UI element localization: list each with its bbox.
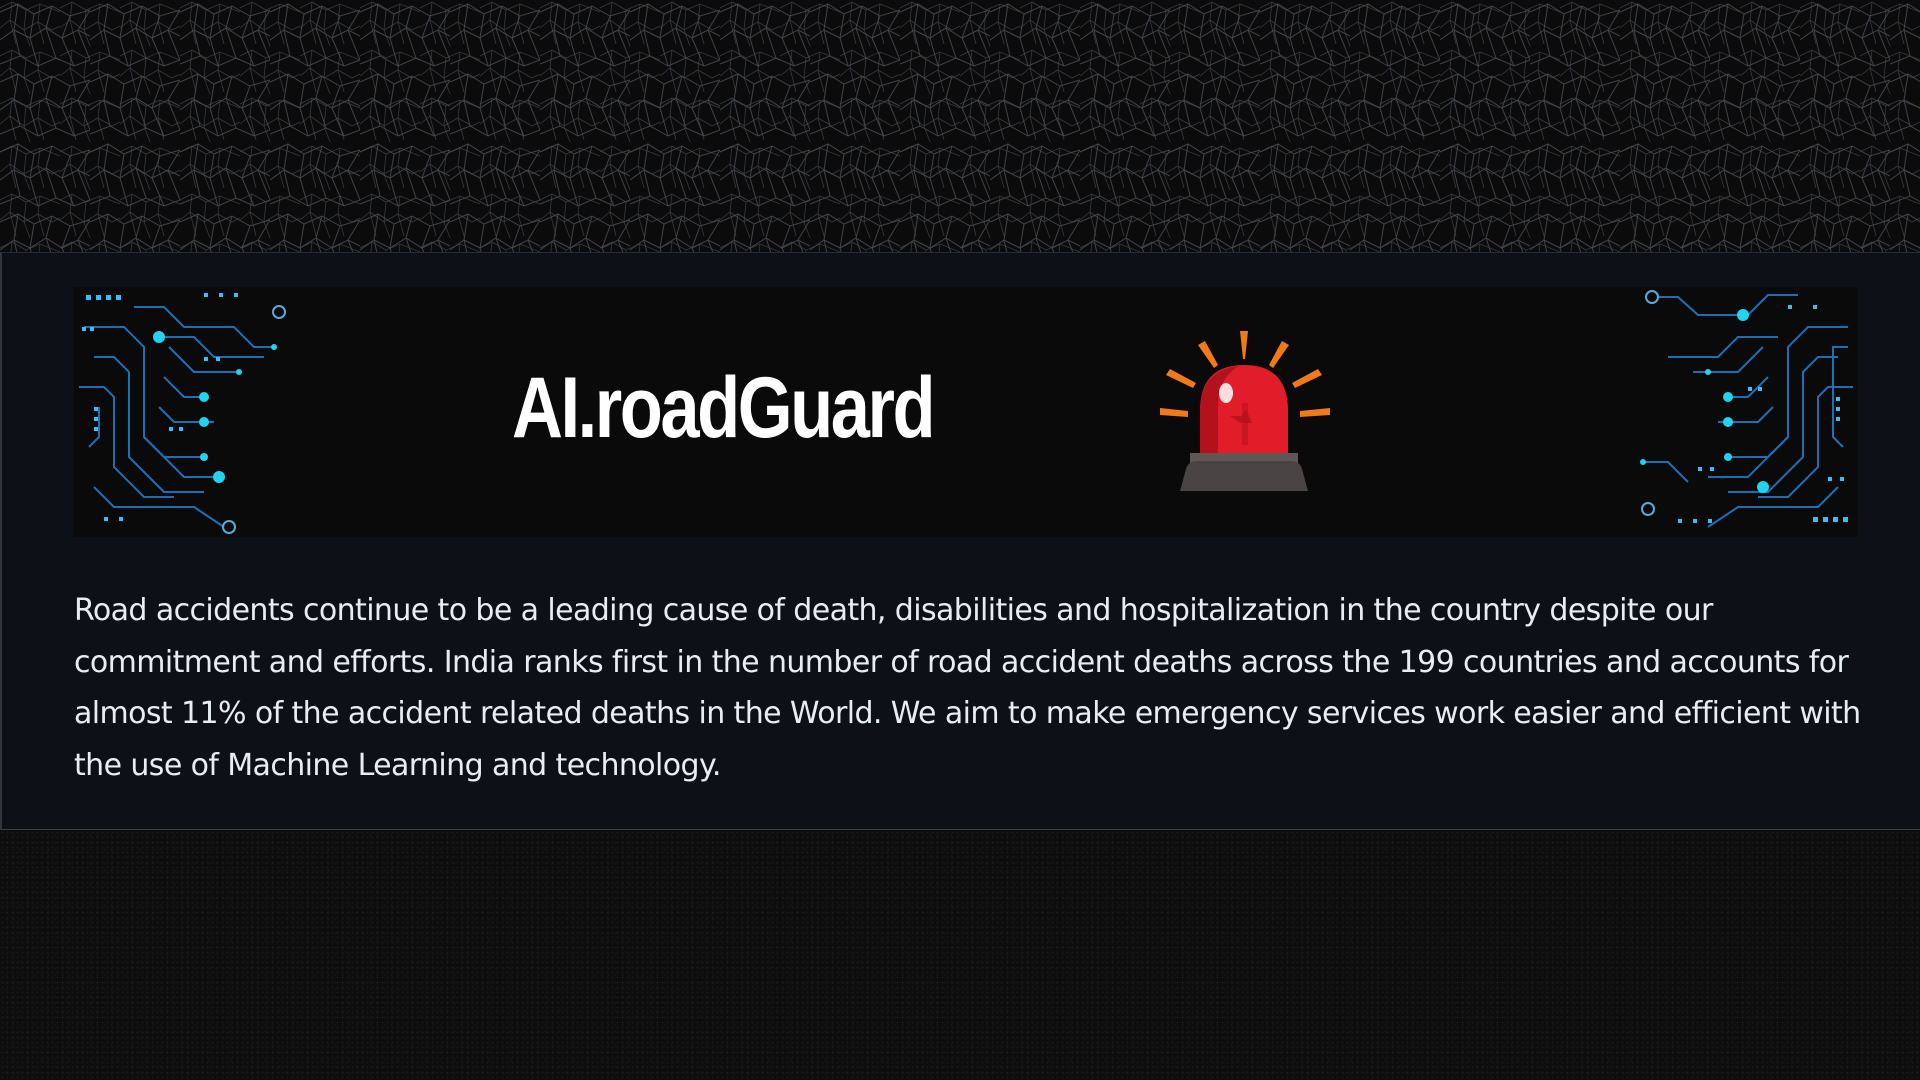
intro-card: AI.roadGuard Road accidents continue to …: [0, 252, 1920, 830]
page: AI.roadGuard Road accidents continue to …: [0, 0, 1920, 1080]
circuit-board-left-icon: [79, 293, 286, 534]
siren-alarm-icon: [1160, 331, 1330, 491]
mesh-background: [0, 0, 1920, 252]
banner: AI.roadGuard: [74, 287, 1858, 537]
circuit-board-right-icon: [1640, 290, 1853, 528]
brand-title: AI.roadGuard: [512, 360, 936, 456]
noise-background: [0, 830, 1920, 1080]
intro-description: Road accidents continue to be a leading …: [74, 593, 1861, 783]
